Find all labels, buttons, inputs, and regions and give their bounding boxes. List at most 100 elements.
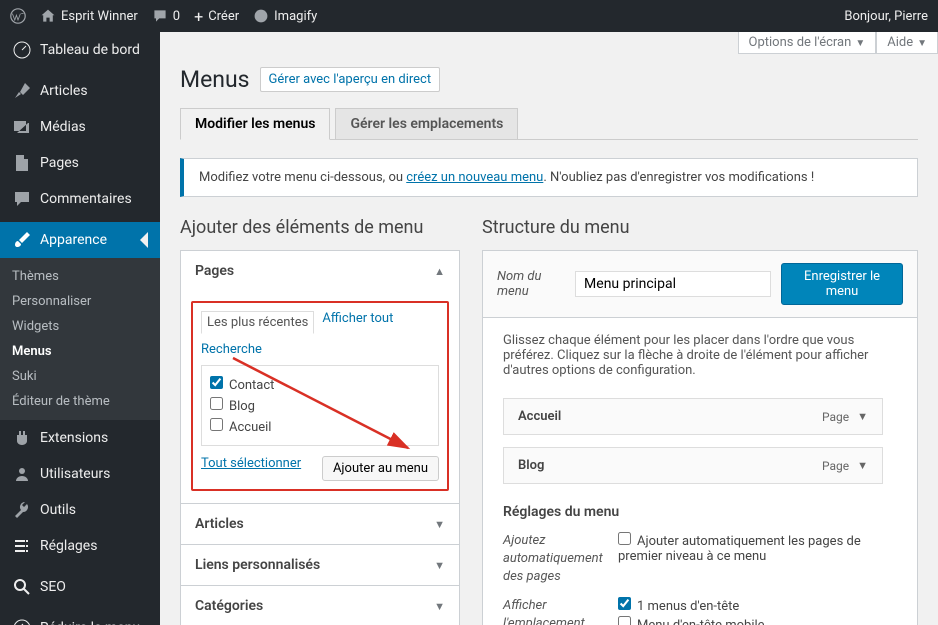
- menu-collapse[interactable]: Réduire le menu: [0, 610, 160, 625]
- submenu-editor[interactable]: Éditeur de thème: [0, 389, 160, 414]
- location-header[interactable]: 1 menus d'en-tête: [618, 597, 815, 614]
- page-option-blog[interactable]: Blog: [210, 395, 430, 416]
- submenu-suki[interactable]: Suki: [0, 364, 160, 389]
- chevron-down-icon[interactable]: ▼: [857, 410, 868, 423]
- menu-seo[interactable]: SEO: [0, 569, 160, 605]
- page-option-contact[interactable]: Contact: [210, 374, 430, 395]
- submenu-menus[interactable]: Menus: [0, 339, 160, 364]
- brush-icon: [12, 230, 32, 250]
- chevron-down-icon: ▼: [917, 38, 927, 49]
- checkbox-contact[interactable]: [210, 376, 223, 389]
- menu-posts[interactable]: Articles: [0, 73, 160, 109]
- settings-icon: [12, 536, 32, 556]
- subtab-recent[interactable]: Les plus récentes: [201, 311, 314, 334]
- screen-options-tab[interactable]: Options de l'écran▼: [738, 32, 877, 54]
- auto-add-label: Ajoutez automatiquement des pages: [503, 532, 598, 587]
- imagify-link[interactable]: Imagify: [253, 8, 317, 24]
- wp-logo[interactable]: [10, 8, 26, 24]
- plugin-icon: [12, 428, 32, 448]
- page-option-accueil[interactable]: Accueil: [210, 416, 430, 437]
- add-to-menu-button[interactable]: Ajouter au menu: [322, 456, 439, 481]
- checkbox-accueil[interactable]: [210, 418, 223, 431]
- page-icon: [12, 153, 32, 173]
- chevron-up-icon: ▲: [434, 265, 445, 278]
- accordion-articles: Articles▼: [180, 503, 460, 545]
- menu-edit-frame: Nom du menu Enregistrer le menu Glissez …: [482, 250, 918, 625]
- dashboard-icon: [12, 40, 32, 60]
- admin-sidebar: Tableau de bord Articles Médias Pages Co…: [0, 32, 160, 625]
- accordion-categories-head[interactable]: Catégories▼: [181, 586, 459, 625]
- collapse-icon: [12, 618, 32, 625]
- chevron-down-icon: ▼: [434, 600, 445, 613]
- accordion-links: Liens personnalisés▼: [180, 544, 460, 586]
- menu-appearance[interactable]: Apparence: [0, 222, 160, 258]
- menu-tools[interactable]: Outils: [0, 492, 160, 528]
- submenu-customize[interactable]: Personnaliser: [0, 289, 160, 314]
- menu-settings-heading: Réglages du menu: [503, 504, 897, 520]
- users-icon: [12, 464, 32, 484]
- page-title: Menus: [180, 66, 250, 93]
- menu-comments[interactable]: Commentaires: [0, 181, 160, 217]
- page-checklist: Contact Blog Accueil: [201, 365, 439, 446]
- chevron-down-icon: ▼: [434, 518, 445, 531]
- pin-icon: [12, 81, 32, 101]
- nav-tabs: Modifier les menus Gérer les emplacement…: [180, 108, 918, 140]
- loc-checkbox-mobile[interactable]: [618, 616, 631, 625]
- tools-icon: [12, 500, 32, 520]
- chevron-down-icon[interactable]: ▼: [857, 459, 868, 472]
- menu-pages[interactable]: Pages: [0, 145, 160, 181]
- menu-media[interactable]: Médias: [0, 109, 160, 145]
- tab-manage-locations[interactable]: Gérer les emplacements: [335, 108, 518, 139]
- subtab-search[interactable]: Recherche: [201, 342, 262, 357]
- main-content: Options de l'écran▼ Aide▼ Menus Gérer av…: [160, 32, 938, 625]
- admin-bar: Esprit Winner 0 +Créer Imagify Bonjour, …: [0, 0, 938, 32]
- annotation-highlight: Les plus récentes Afficher tout Recherch…: [191, 301, 449, 491]
- active-arrow: [132, 232, 148, 248]
- accordion-categories: Catégories▼: [180, 585, 460, 625]
- accordion-articles-head[interactable]: Articles▼: [181, 504, 459, 544]
- menu-settings[interactable]: Réglages: [0, 528, 160, 564]
- live-preview-button[interactable]: Gérer avec l'aperçu en direct: [260, 67, 441, 92]
- menu-users[interactable]: Utilisateurs: [0, 456, 160, 492]
- media-icon: [12, 117, 32, 137]
- loc-checkbox-header[interactable]: [618, 597, 631, 610]
- home-icon: [40, 8, 56, 24]
- save-menu-button-top[interactable]: Enregistrer le menu: [781, 263, 903, 305]
- site-name[interactable]: Esprit Winner: [40, 8, 138, 24]
- add-items-heading: Ajouter des éléments de menu: [180, 217, 460, 238]
- plus-icon: +: [194, 7, 203, 26]
- menu-name-input[interactable]: [575, 271, 771, 297]
- menu-dashboard[interactable]: Tableau de bord: [0, 32, 160, 68]
- location-mobile[interactable]: Menu d'en-tête mobile: [618, 616, 815, 625]
- comment-icon: [152, 8, 168, 24]
- new-content[interactable]: +Créer: [194, 7, 239, 26]
- tab-edit-menus[interactable]: Modifier les menus: [180, 108, 330, 140]
- submenu-themes[interactable]: Thèmes: [0, 264, 160, 289]
- chevron-down-icon: ▼: [855, 38, 865, 49]
- select-all-link[interactable]: Tout sélectionner: [201, 456, 301, 471]
- help-tab[interactable]: Aide▼: [876, 32, 938, 54]
- auto-add-checkbox[interactable]: [618, 532, 631, 545]
- comments-count[interactable]: 0: [152, 8, 180, 24]
- menu-plugins[interactable]: Extensions: [0, 420, 160, 456]
- menu-item-blog[interactable]: Blog Page ▼: [503, 447, 883, 484]
- drag-hint: Glissez chaque élément pour les placer d…: [503, 333, 897, 378]
- menu-name-label: Nom du menu: [497, 269, 565, 299]
- subtab-all[interactable]: Afficher tout: [322, 311, 393, 334]
- location-label: Afficher l'emplacement: [503, 597, 598, 625]
- comment-icon: [12, 189, 32, 209]
- create-menu-link[interactable]: créez un nouveau menu: [406, 170, 543, 185]
- accordion-pages-head[interactable]: Pages▲: [181, 251, 459, 291]
- auto-add-option[interactable]: Ajouter automatiquement les pages de pre…: [618, 532, 897, 564]
- structure-heading: Structure du menu: [482, 217, 918, 238]
- menu-item-accueil[interactable]: Accueil Page ▼: [503, 398, 883, 435]
- accordion-links-head[interactable]: Liens personnalisés▼: [181, 545, 459, 585]
- appearance-submenu: Thèmes Personnaliser Widgets Menus Suki …: [0, 258, 160, 420]
- howdy-account[interactable]: Bonjour, Pierre: [844, 9, 928, 24]
- submenu-widgets[interactable]: Widgets: [0, 314, 160, 339]
- checkbox-blog[interactable]: [210, 397, 223, 410]
- accordion-pages: Pages▲ Les plus récentes Afficher tout R…: [180, 250, 460, 504]
- imagify-icon: [253, 8, 269, 24]
- info-notice: Modifiez votre menu ci-dessous, ou créez…: [180, 158, 918, 197]
- chevron-down-icon: ▼: [434, 559, 445, 572]
